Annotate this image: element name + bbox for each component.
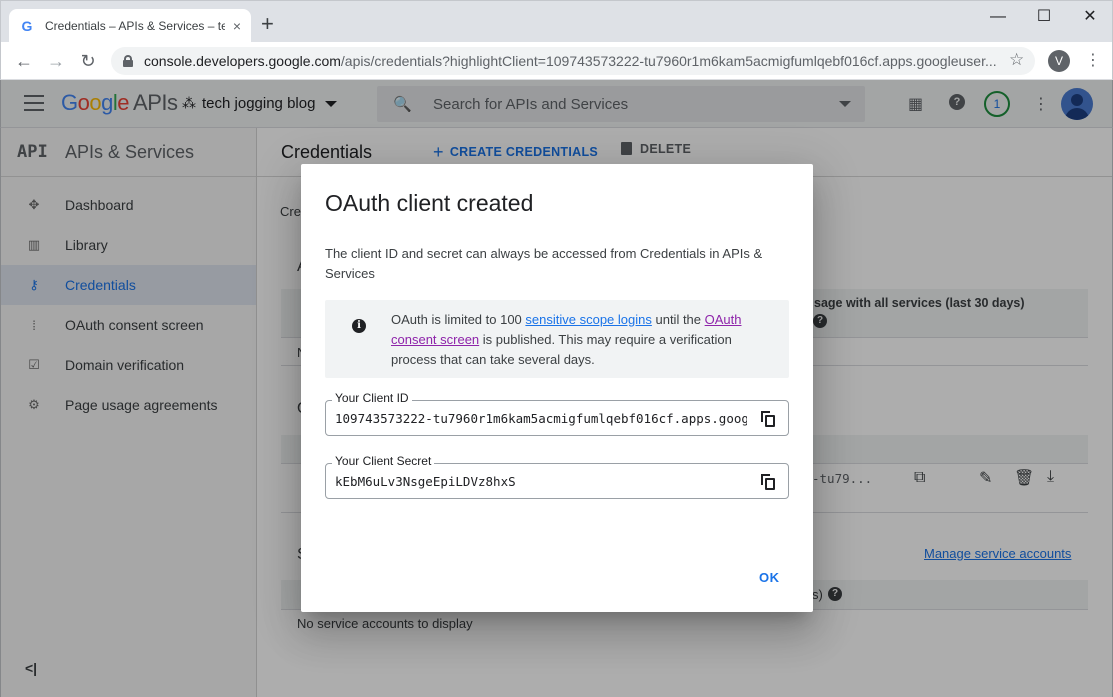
minimize-button[interactable]: — — [975, 5, 1021, 29]
browser-tab-strip: G Credentials – APIs & Services – tech j… — [0, 0, 1113, 43]
dialog-title: OAuth client created — [325, 190, 534, 216]
window-close-button[interactable]: ✕ — [1067, 5, 1113, 29]
browser-profile-avatar[interactable]: V — [1048, 50, 1070, 72]
ok-button[interactable]: OK — [759, 570, 780, 585]
new-tab-button[interactable]: + — [261, 13, 274, 35]
browser-tab[interactable]: G Credentials – APIs & Services – tech j… — [9, 9, 251, 43]
info-text: OAuth is limited to 100 sensitive scope … — [391, 312, 742, 367]
google-favicon-icon: G — [21, 18, 33, 34]
lock-icon — [123, 55, 133, 67]
url-text: console.developers.google.com/apis/crede… — [144, 53, 997, 69]
tab-close-icon[interactable]: × — [233, 18, 241, 34]
back-icon[interactable]: ← — [13, 50, 35, 72]
browser-toolbar: ← → ↻ console.developers.google.com/apis… — [0, 42, 1113, 80]
copy-client-id-icon[interactable] — [761, 411, 775, 427]
client-id-value[interactable]: 109743573222-tu7960r1m6kam5acmigfumlqebf… — [335, 411, 747, 426]
client-id-label: Your Client ID — [332, 391, 412, 405]
bookmark-star-icon[interactable]: ☆ — [1009, 50, 1024, 70]
reload-icon[interactable]: ↻ — [77, 50, 99, 72]
tab-title: Credentials – APIs & Services – tech jog… — [45, 19, 225, 33]
client-secret-label: Your Client Secret — [332, 454, 435, 468]
client-secret-value[interactable]: kEbM6uLv3NsgeEpiLDVz8hxS — [335, 474, 747, 489]
maximize-button[interactable]: ☐ — [1021, 5, 1067, 29]
oauth-client-created-dialog: OAuth client created The client ID and s… — [301, 164, 813, 612]
forward-icon[interactable]: → — [45, 50, 67, 72]
browser-menu-icon[interactable]: ⋮ — [1085, 50, 1101, 70]
client-id-field[interactable]: Your Client ID 109743573222-tu7960r1m6ka… — [325, 391, 789, 436]
info-icon: i — [352, 319, 366, 333]
info-banner: i OAuth is limited to 100 sensitive scop… — [325, 300, 789, 378]
modal-scrim-header[interactable] — [0, 80, 1113, 128]
sensitive-scope-logins-link[interactable]: sensitive scope logins — [525, 312, 651, 327]
address-bar[interactable]: console.developers.google.com/apis/crede… — [111, 47, 1035, 75]
dialog-description: The client ID and secret can always be a… — [325, 246, 763, 281]
client-secret-field[interactable]: Your Client Secret kEbM6uLv3NsgeEpiLDVz8… — [325, 454, 789, 499]
copy-client-secret-icon[interactable] — [761, 474, 775, 490]
